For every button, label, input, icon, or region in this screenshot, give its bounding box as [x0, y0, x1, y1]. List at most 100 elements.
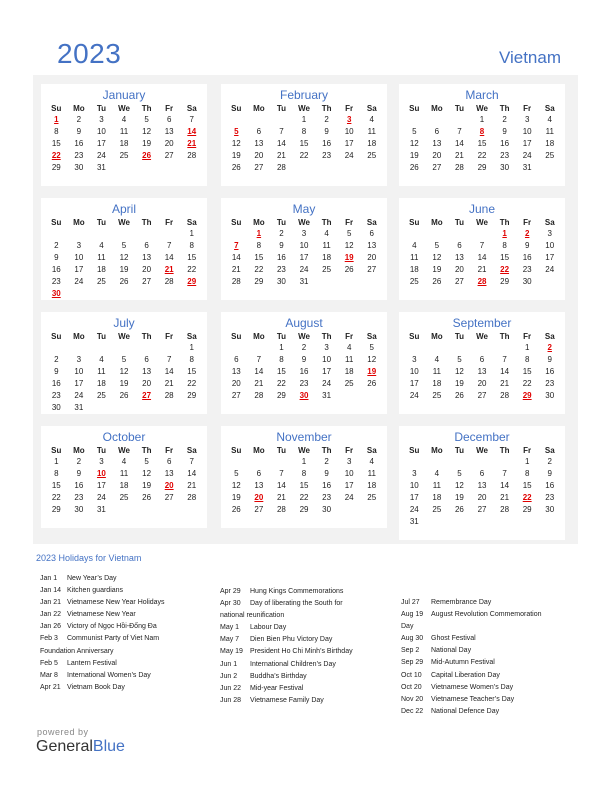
holiday-item: Feb 3 Communist Party of Viet Nam: [40, 633, 165, 645]
day: 19: [119, 265, 129, 275]
holiday-item: Jan 21 Vietnamese New Year Holidays: [40, 597, 165, 609]
day: 27: [477, 391, 487, 401]
day: 3: [99, 115, 104, 124]
day: 22: [299, 151, 309, 161]
empty-day: [471, 456, 494, 468]
weekday-label: Th: [141, 332, 152, 341]
day: 4: [324, 229, 329, 238]
month-january: January Su Mo Tu We Th Fr Sa 1 2 3 4 5 6 7 8 9 10 11 12 13 14…: [41, 84, 207, 186]
day: 11: [345, 355, 354, 365]
day: 22: [276, 379, 286, 389]
day: 23: [74, 493, 84, 503]
brand-logo: GeneralBlue: [36, 738, 125, 756]
week-row: 3 4 5 6 7 8 9: [399, 468, 565, 480]
holiday-item: Nov 20 Vietnamese Teacher’s Day: [401, 694, 542, 706]
day: 19: [231, 493, 241, 503]
weekday-label: We: [298, 104, 310, 113]
holiday-item: Jul 27 Remembrance Day: [401, 597, 542, 609]
holiday-item: Aug 30 Ghost Festival: [401, 633, 542, 645]
holiday-date: Apr 29: [220, 588, 241, 595]
day: 8: [279, 355, 284, 365]
day: 14: [477, 253, 487, 263]
empty-day: [471, 516, 494, 528]
day: 12: [432, 253, 442, 263]
day: 27: [164, 493, 174, 503]
day: 14: [254, 367, 264, 377]
empty-day: [90, 402, 113, 414]
empty-day: [270, 456, 293, 468]
empty-day: [248, 114, 271, 126]
day: 30: [74, 505, 84, 515]
day: 19: [231, 151, 241, 161]
empty-day: [493, 456, 516, 468]
day: 26: [409, 163, 419, 173]
day: 29: [276, 391, 286, 401]
weekday-label: Tu: [276, 446, 287, 455]
empty-day: [225, 456, 248, 468]
day: 26: [344, 265, 354, 275]
day: 18: [409, 265, 419, 275]
day: 22: [522, 379, 532, 389]
week-row: 30: [41, 288, 207, 300]
day: 23: [322, 493, 332, 503]
holiday-column: Apr 29 Hung Kings Commemorations Apr 30 Day…: [220, 586, 353, 707]
day: 15: [51, 139, 61, 149]
empty-day: [180, 162, 203, 174]
holiday-day: 27: [142, 391, 152, 401]
holiday-day: 3: [346, 115, 352, 124]
day: 31: [522, 163, 532, 173]
day: 4: [547, 115, 552, 124]
day: 7: [279, 469, 284, 479]
day: 26: [119, 391, 129, 401]
day: 8: [189, 355, 194, 365]
month-april: April Su Mo Tu We Th Fr Sa 1 2 3 4 5 6 7 8 9 10 11 12 13 14 15…: [41, 198, 207, 300]
day: 9: [524, 241, 530, 251]
holiday-item: Aug 19 August Revolution Commemoration: [401, 609, 542, 621]
weekday-label: Su: [409, 332, 420, 341]
day: 10: [299, 241, 309, 251]
day: 17: [322, 367, 332, 377]
day: 2: [76, 457, 82, 466]
week-row: 26 27 28 29 30 31: [399, 162, 565, 174]
weekday-label: Fr: [523, 218, 532, 227]
weekday-label: Tu: [454, 218, 465, 227]
weekday-label: Mo: [431, 218, 443, 227]
weekday-label: Tu: [454, 446, 465, 455]
empty-day: [135, 342, 158, 354]
day: 3: [301, 229, 307, 238]
day: 16: [299, 367, 309, 377]
holiday-name: Labour Day: [250, 624, 287, 632]
day: 14: [187, 469, 197, 479]
week-row: 19 20 21 22 23 24 25: [399, 150, 565, 162]
week-row: 1 2 3: [399, 228, 565, 240]
month-name: January: [102, 88, 146, 102]
weekday-label: Th: [499, 332, 510, 341]
day: 26: [454, 391, 464, 401]
weekday-header: Su Mo Tu We Th Fr Sa: [41, 330, 207, 342]
holiday-date: Dec 22: [401, 707, 424, 715]
day: 23: [51, 391, 61, 401]
holiday-date: Jun 22: [220, 684, 242, 692]
day: 5: [234, 469, 239, 479]
day: 5: [346, 229, 352, 238]
day: 3: [547, 229, 552, 238]
day: 8: [301, 469, 307, 479]
holiday-name: Vietnam Book Day: [67, 683, 125, 691]
week-row: 22 23 24 25 26 27 28: [41, 492, 207, 504]
weekday-label: Tu: [96, 446, 107, 455]
calendar-grid: January Su Mo Tu We Th Fr Sa 1 2 3 4 5 6 7 8 9 10 11 12 13 14…: [33, 75, 578, 544]
week-row: 9 10 11 12 13 14 15: [41, 366, 207, 378]
day: 28: [164, 277, 174, 287]
holiday-name-continued: Foundation Anniversary: [40, 647, 114, 655]
weekday-label: Tu: [96, 218, 107, 227]
weekday-label: Sa: [186, 446, 197, 455]
day: 12: [142, 469, 152, 479]
day: 5: [144, 457, 149, 466]
empty-day: [90, 288, 113, 300]
week-row: 1 2 3 4 5: [221, 342, 387, 354]
day: 5: [434, 241, 440, 251]
week-row: 12: [399, 342, 565, 354]
weekday-label: Mo: [431, 332, 443, 341]
empty-day: [180, 288, 203, 300]
day: 11: [367, 127, 376, 137]
